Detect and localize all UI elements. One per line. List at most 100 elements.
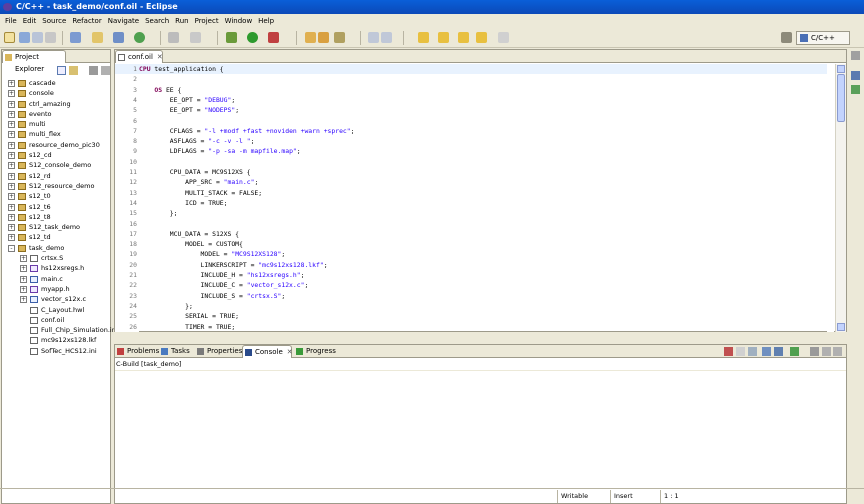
code-line[interactable]: 2 bbox=[115, 74, 827, 84]
code-line[interactable]: 22 INCLUDE_C = "vector_s12x.c"; bbox=[115, 280, 827, 290]
pin-console-icon[interactable] bbox=[762, 347, 771, 356]
code-line[interactable]: 3 OS EE { bbox=[115, 85, 827, 95]
close-icon[interactable]: ✕ bbox=[287, 348, 293, 356]
code-line[interactable]: 1 CPU test_application { bbox=[115, 64, 827, 75]
tree-item[interactable]: + ctrl_amazing bbox=[2, 99, 110, 109]
tree-item[interactable]: + evento bbox=[2, 109, 110, 119]
code-line[interactable]: 10 bbox=[115, 157, 827, 167]
tree-item[interactable]: C_Layout.hwl bbox=[2, 305, 110, 315]
tree-item[interactable]: + S12_task_demo bbox=[2, 222, 110, 232]
tree-item[interactable]: - task_demo bbox=[2, 243, 110, 253]
menu-run[interactable]: Run bbox=[172, 17, 191, 25]
editor-vertical-scrollbar[interactable] bbox=[835, 64, 846, 332]
expand-icon[interactable]: + bbox=[8, 131, 15, 139]
tab-conf-oil[interactable]: conf.oil ✕ bbox=[115, 50, 163, 63]
previous-annotation-icon[interactable] bbox=[438, 32, 449, 43]
code-line[interactable]: 26 TIMER = TRUE; bbox=[115, 322, 827, 332]
code-line[interactable]: 21 INCLUDE_H = "hs12xsregs.h"; bbox=[115, 270, 827, 280]
last-edit-icon[interactable] bbox=[458, 32, 469, 43]
link-editor-icon[interactable] bbox=[69, 66, 78, 75]
code-line[interactable]: 18 MODEL = CUSTOM{ bbox=[115, 239, 827, 249]
open-file-icon[interactable] bbox=[318, 32, 329, 43]
tree-item[interactable]: + cascade bbox=[2, 78, 110, 88]
menu-source[interactable]: Source bbox=[39, 17, 69, 25]
close-icon[interactable]: ✕ bbox=[157, 53, 163, 61]
code-line[interactable]: 12 APP_SRC = "main.c"; bbox=[115, 177, 827, 187]
make-targets-icon[interactable] bbox=[851, 85, 860, 94]
open-perspective-icon[interactable] bbox=[781, 32, 792, 43]
tab-tasks[interactable]: Tasks bbox=[159, 345, 193, 358]
code-line[interactable]: 20 LINKERSCRIPT = "mc9s12xs128.lkf"; bbox=[115, 260, 827, 270]
tree-item[interactable]: + s12_t6 bbox=[2, 202, 110, 212]
menu-window[interactable]: Window bbox=[222, 17, 256, 25]
expand-icon[interactable]: + bbox=[8, 162, 15, 170]
menu-help[interactable]: Help bbox=[255, 17, 277, 25]
scroll-thumb[interactable] bbox=[837, 74, 845, 122]
build-icon[interactable] bbox=[70, 32, 81, 43]
expand-icon[interactable]: + bbox=[8, 110, 15, 118]
code-line[interactable]: 23 INCLUDE_S = "crtsx.S"; bbox=[115, 291, 827, 301]
code-line[interactable]: 25 SERIAL = TRUE; bbox=[115, 311, 827, 321]
tree-item[interactable]: + resource_demo_pic30 bbox=[2, 140, 110, 150]
search-icon[interactable] bbox=[168, 32, 179, 43]
restore-icon[interactable] bbox=[851, 51, 860, 60]
expand-icon[interactable]: + bbox=[8, 182, 15, 190]
scroll-down-icon[interactable] bbox=[837, 323, 845, 331]
show-whitespace-icon[interactable] bbox=[381, 32, 392, 43]
perspective-switcher[interactable]: C/C++ bbox=[796, 31, 850, 45]
menu-file[interactable]: File bbox=[2, 17, 20, 25]
expand-icon[interactable]: + bbox=[8, 203, 15, 211]
tree-item[interactable]: + multi_flex bbox=[2, 129, 110, 139]
code-line[interactable]: 17 MCU_DATA = S12XS { bbox=[115, 229, 827, 239]
tree-item[interactable]: + myapp.h bbox=[2, 284, 110, 294]
tree-item[interactable]: mc9s12xs128.lkf bbox=[2, 335, 110, 345]
tree-item[interactable]: + multi bbox=[2, 119, 110, 129]
menu-edit[interactable]: Edit bbox=[20, 17, 40, 25]
debug-icon[interactable] bbox=[226, 32, 237, 43]
terminate-icon[interactable] bbox=[724, 347, 733, 356]
view-menu-icon[interactable] bbox=[810, 347, 819, 356]
expand-icon[interactable]: + bbox=[8, 224, 15, 232]
view-menu-icon[interactable] bbox=[89, 66, 98, 75]
expand-icon[interactable]: + bbox=[20, 275, 27, 283]
menu-project[interactable]: Project bbox=[192, 17, 222, 25]
code-line[interactable]: 5 EE_OPT = "NODEPS"; bbox=[115, 105, 827, 115]
tab-problems[interactable]: Problems bbox=[115, 345, 159, 358]
menu-navigate[interactable]: Navigate bbox=[105, 17, 142, 25]
new-icon[interactable] bbox=[4, 32, 15, 43]
scroll-up-icon[interactable] bbox=[837, 65, 845, 73]
collapse-icon[interactable]: - bbox=[8, 244, 15, 252]
display-console-icon[interactable] bbox=[774, 347, 783, 356]
next-annotation-icon[interactable] bbox=[418, 32, 429, 43]
outline-view-icon[interactable] bbox=[851, 71, 860, 80]
refresh-icon[interactable] bbox=[134, 32, 145, 43]
new-project-icon[interactable] bbox=[92, 32, 103, 43]
expand-icon[interactable]: + bbox=[8, 234, 15, 242]
save-icon[interactable] bbox=[19, 32, 30, 43]
code-line[interactable]: 11 CPU_DATA = MC9S12XS { bbox=[115, 167, 827, 177]
tree-item[interactable]: + s12_t8 bbox=[2, 212, 110, 222]
expand-icon[interactable]: + bbox=[20, 285, 27, 293]
tree-item[interactable]: + s12_cd bbox=[2, 150, 110, 160]
tree-item[interactable]: + S12_console_demo bbox=[2, 160, 110, 170]
expand-icon[interactable]: + bbox=[8, 141, 15, 149]
tree-item[interactable]: + s12_td bbox=[2, 232, 110, 242]
open-console-icon[interactable] bbox=[790, 347, 799, 356]
expand-icon[interactable]: + bbox=[8, 80, 15, 87]
tree-item[interactable]: + crtsx.S bbox=[2, 253, 110, 263]
print-icon[interactable] bbox=[45, 32, 56, 43]
expand-icon[interactable]: + bbox=[20, 296, 27, 304]
expand-icon[interactable]: + bbox=[20, 255, 27, 263]
code-line[interactable]: 15 }; bbox=[115, 208, 827, 218]
expand-icon[interactable]: + bbox=[8, 90, 15, 98]
menu-search[interactable]: Search bbox=[142, 17, 172, 25]
run-icon[interactable] bbox=[247, 32, 258, 43]
tab-console[interactable]: Console ✕ bbox=[242, 345, 293, 358]
code-line[interactable]: 6 bbox=[115, 116, 827, 126]
toggle-mark-icon[interactable] bbox=[368, 32, 379, 43]
tree-item[interactable]: conf.oil bbox=[2, 315, 110, 325]
tree-item[interactable]: + main.c bbox=[2, 274, 110, 284]
expand-icon[interactable]: + bbox=[8, 172, 15, 180]
external-tools-icon[interactable] bbox=[268, 32, 279, 43]
code-line[interactable]: 16 bbox=[115, 219, 827, 229]
